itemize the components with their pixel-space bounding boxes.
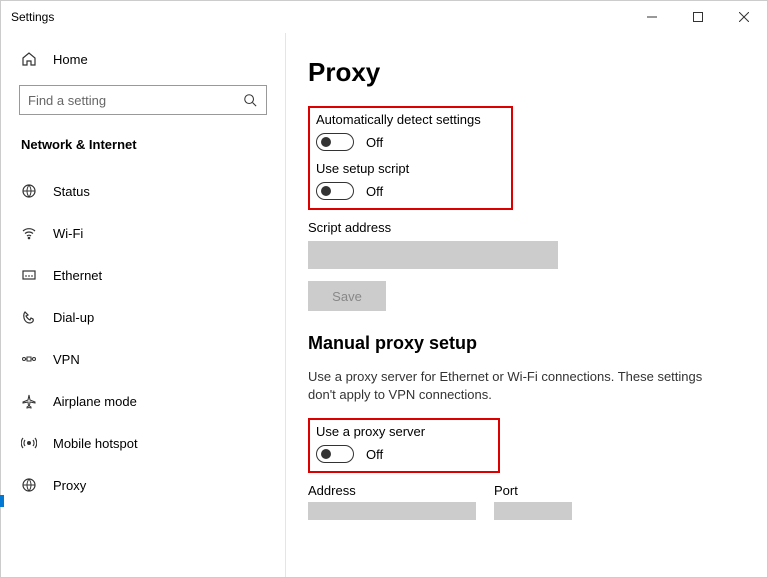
setup-script-state: Off <box>366 184 383 199</box>
content-area: Proxy Automatically detect settings Off … <box>286 33 767 577</box>
sidebar-item-dialup[interactable]: Dial-up <box>1 296 285 338</box>
sidebar-item-label: Mobile hotspot <box>53 436 138 451</box>
sidebar-item-hotspot[interactable]: Mobile hotspot <box>1 422 285 464</box>
sidebar-item-label: Proxy <box>53 478 86 493</box>
close-button[interactable] <box>721 1 767 33</box>
sidebar-item-status[interactable]: Status <box>1 170 285 212</box>
sidebar-item-wifi[interactable]: Wi-Fi <box>1 212 285 254</box>
sidebar-item-label: Dial-up <box>53 310 94 325</box>
sidebar-item-proxy[interactable]: Proxy <box>1 464 285 506</box>
search-input[interactable] <box>28 93 228 108</box>
page-title: Proxy <box>308 57 745 88</box>
airplane-icon <box>21 393 37 409</box>
script-address-label: Script address <box>308 220 745 235</box>
sidebar: Home Network & Internet Status Wi-Fi Eth… <box>1 33 286 577</box>
sidebar-item-label: VPN <box>53 352 80 367</box>
accent-indicator <box>0 495 4 507</box>
highlight-auto-proxy: Automatically detect settings Off Use se… <box>308 106 513 210</box>
close-icon <box>739 12 749 22</box>
sidebar-item-label: Status <box>53 184 90 199</box>
home-label: Home <box>53 52 88 67</box>
maximize-button[interactable] <box>675 1 721 33</box>
dialup-icon <box>21 309 37 325</box>
sidebar-item-airplane[interactable]: Airplane mode <box>1 380 285 422</box>
ethernet-icon <box>21 267 37 283</box>
manual-proxy-description: Use a proxy server for Ethernet or Wi-Fi… <box>308 368 728 404</box>
sidebar-item-label: Wi-Fi <box>53 226 83 241</box>
setup-script-toggle[interactable] <box>316 182 354 200</box>
auto-detect-state: Off <box>366 135 383 150</box>
home-icon <box>21 51 37 67</box>
manual-proxy-heading: Manual proxy setup <box>308 333 745 354</box>
use-proxy-toggle[interactable] <box>316 445 354 463</box>
nav-list: Status Wi-Fi Ethernet Dial-up VPN Airpla… <box>1 170 285 506</box>
maximize-icon <box>693 12 703 22</box>
hotspot-icon <box>21 435 37 451</box>
proxy-icon <box>21 477 37 493</box>
search-box[interactable] <box>19 85 267 115</box>
port-label: Port <box>494 483 572 498</box>
port-input <box>494 502 572 520</box>
sidebar-item-label: Ethernet <box>53 268 102 283</box>
minimize-icon <box>647 12 657 22</box>
sidebar-item-vpn[interactable]: VPN <box>1 338 285 380</box>
monitor-icon <box>21 183 37 199</box>
sidebar-item-label: Airplane mode <box>53 394 137 409</box>
minimize-button[interactable] <box>629 1 675 33</box>
window-controls <box>629 1 767 33</box>
vpn-icon <box>21 351 37 367</box>
category-heading: Network & Internet <box>1 117 285 170</box>
auto-detect-toggle[interactable] <box>316 133 354 151</box>
use-proxy-label: Use a proxy server <box>316 424 490 439</box>
address-input <box>308 502 476 520</box>
address-label: Address <box>308 483 476 498</box>
home-nav[interactable]: Home <box>1 43 285 79</box>
save-button-label: Save <box>332 289 362 304</box>
highlight-use-proxy: Use a proxy server Off <box>308 418 500 473</box>
window-title: Settings <box>11 10 54 24</box>
setup-script-label: Use setup script <box>316 161 503 176</box>
script-address-input <box>308 241 558 269</box>
wifi-icon <box>21 225 37 241</box>
save-button: Save <box>308 281 386 311</box>
sidebar-item-ethernet[interactable]: Ethernet <box>1 254 285 296</box>
auto-detect-label: Automatically detect settings <box>316 112 503 127</box>
search-icon <box>242 92 258 108</box>
use-proxy-state: Off <box>366 447 383 462</box>
title-bar: Settings <box>1 1 767 33</box>
